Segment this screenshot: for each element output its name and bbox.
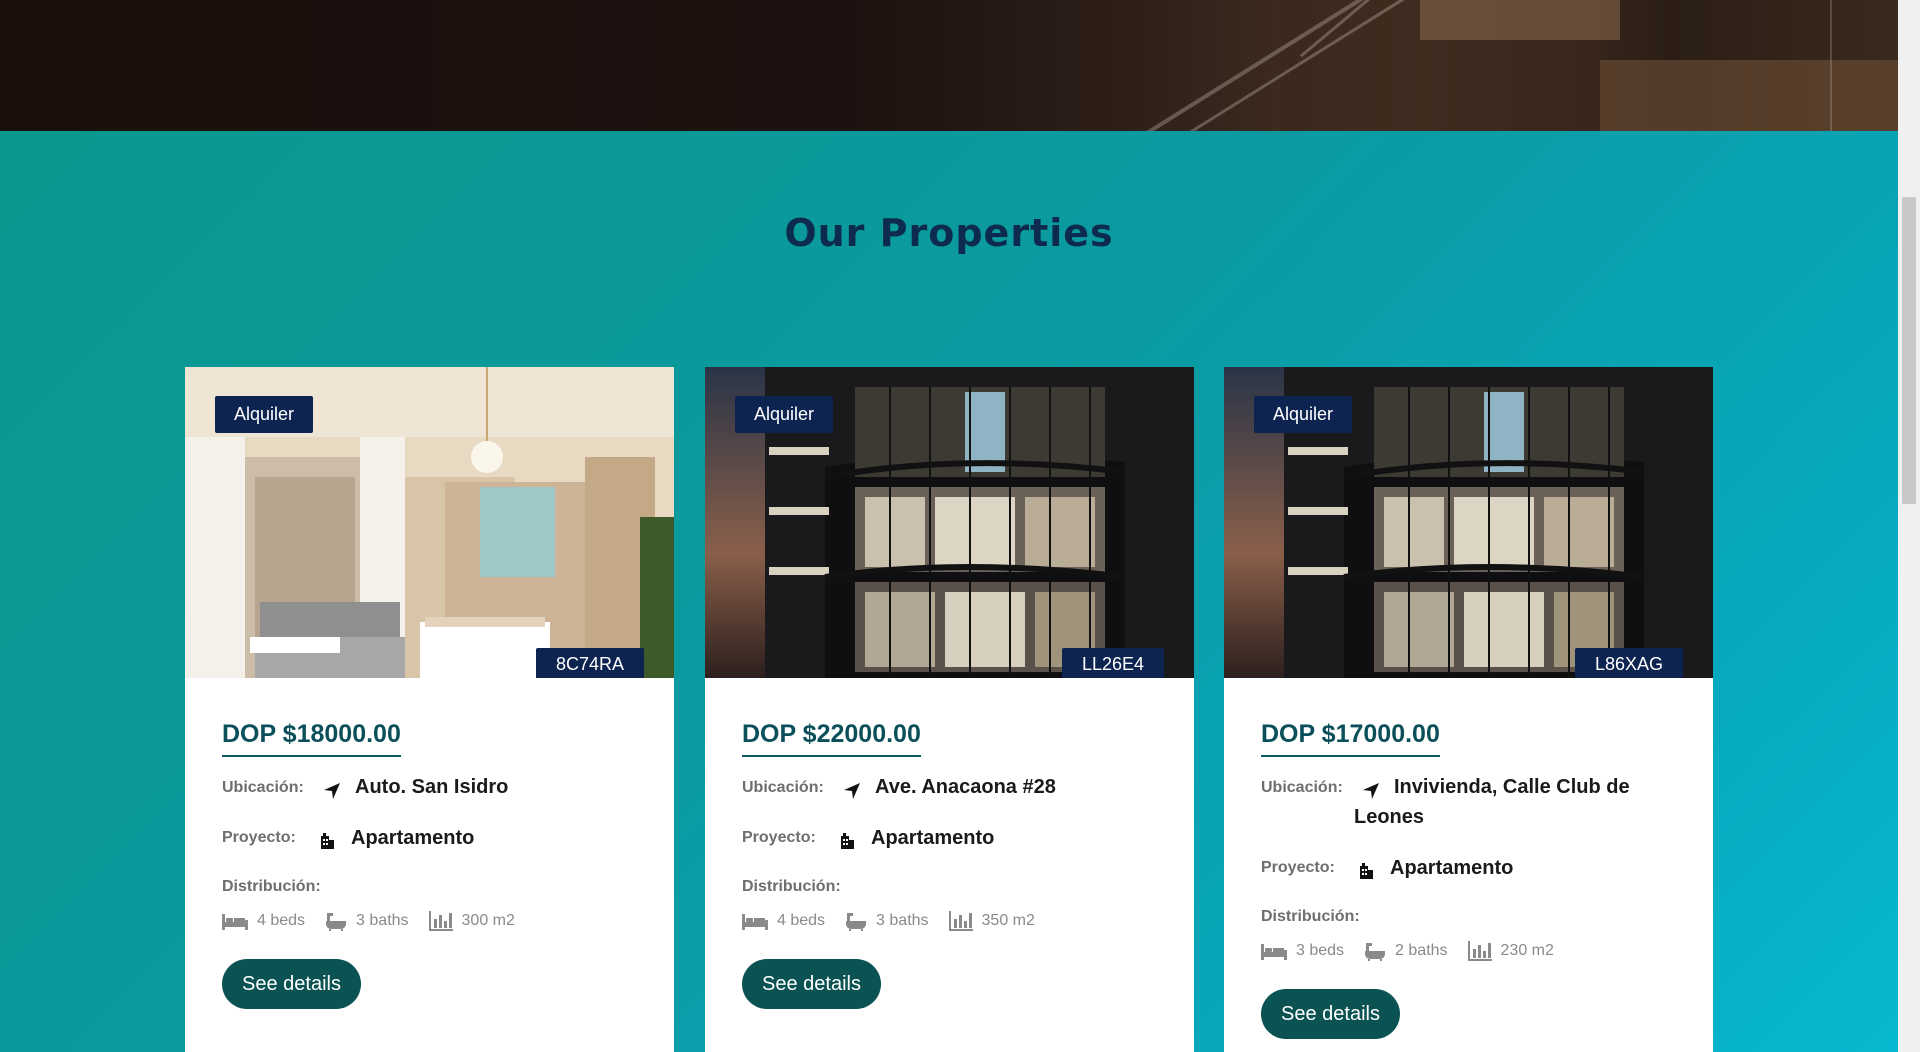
distribution-stats: 3 beds 2 baths 230 m2 <box>1261 941 1554 961</box>
property-photo[interactable]: Alquiler 8C74RA <box>185 367 674 678</box>
property-code-badge: 8C74RA <box>535 648 644 678</box>
area-value: 230 m2 <box>1500 942 1554 959</box>
page-scrollbar[interactable] <box>1898 0 1920 1052</box>
listing-type-badge: Alquiler <box>1254 396 1353 433</box>
building-icon <box>1357 862 1377 882</box>
bathtub-icon <box>326 913 347 931</box>
beds-stat: 4 beds <box>222 912 305 930</box>
baths-stat: 2 baths <box>1364 941 1448 961</box>
bathtub-icon <box>846 913 867 931</box>
distribution-label: Distribución: <box>742 878 841 895</box>
listing-type-badge: Alquiler <box>735 396 834 433</box>
property-code-badge: L86XAG <box>1574 648 1683 678</box>
beds-value: 4 beds <box>257 912 306 929</box>
bar-chart-icon <box>948 911 973 931</box>
distribution-stats: 4 beds 3 baths 300 m2 <box>222 911 515 931</box>
bar-chart-icon <box>1467 941 1492 961</box>
bar-chart-icon <box>428 911 453 931</box>
bed-icon <box>742 914 768 930</box>
beds-stat: 4 beds <box>742 912 825 930</box>
bed-icon <box>1261 944 1287 960</box>
hero-banner-image <box>0 0 1898 131</box>
distribution-label: Distribución: <box>222 878 321 895</box>
beds-value: 3 beds <box>1296 942 1345 959</box>
scrollbar-thumb[interactable] <box>1902 197 1916 504</box>
property-photo[interactable]: Alquiler LL26E4 <box>705 367 1194 678</box>
project-label: Proyecto: <box>1261 859 1335 876</box>
property-price: DOP $22000.00 <box>742 720 921 757</box>
location-value: Auto. San Isidro <box>355 776 509 798</box>
baths-stat: 3 baths <box>325 911 409 931</box>
baths-value: 2 baths <box>1395 942 1448 959</box>
area-value: 350 m2 <box>981 912 1035 929</box>
area-stat: 300 m2 <box>428 911 515 931</box>
project-value: Apartamento <box>351 827 475 849</box>
area-value: 300 m2 <box>461 912 515 929</box>
listing-type-badge: Alquiler <box>215 396 314 433</box>
property-price: DOP $18000.00 <box>222 720 401 757</box>
section-title: Our Properties <box>784 211 1114 255</box>
baths-value: 3 baths <box>876 912 929 929</box>
bed-icon <box>222 914 248 930</box>
distribution-stats: 4 beds 3 baths 350 m2 <box>742 911 1035 931</box>
building-icon <box>838 832 858 852</box>
project-label: Proyecto: <box>742 829 816 846</box>
beds-stat: 3 beds <box>1261 942 1344 960</box>
location-label: Ubicación: <box>742 779 824 796</box>
area-stat: 230 m2 <box>1467 941 1554 961</box>
property-photo[interactable]: Alquiler L86XAG <box>1224 367 1713 678</box>
location-value: Invivienda, Calle Club de Leones <box>1354 776 1630 828</box>
location-arrow-icon <box>843 782 863 802</box>
property-code-badge: LL26E4 <box>1061 648 1164 678</box>
beds-value: 4 beds <box>777 912 826 929</box>
project-label: Proyecto: <box>222 829 296 846</box>
property-price: DOP $17000.00 <box>1261 720 1440 757</box>
property-card: Alquiler L86XAG DOP $17000.00 Ubicación:… <box>1224 367 1713 1052</box>
see-details-button[interactable]: See details <box>742 959 881 1009</box>
properties-section: Our Properties Alquiler 8C74RA DOP $1800… <box>0 131 1898 1052</box>
area-stat: 350 m2 <box>948 911 1035 931</box>
distribution-label: Distribución: <box>1261 908 1360 925</box>
property-card: Alquiler LL26E4 DOP $22000.00 Ubicación:… <box>705 367 1194 1052</box>
bathtub-icon <box>1365 943 1386 961</box>
building-icon <box>318 832 338 852</box>
baths-value: 3 baths <box>356 912 409 929</box>
see-details-button[interactable]: See details <box>1261 989 1400 1039</box>
property-card: Alquiler 8C74RA DOP $18000.00 Ubicación:… <box>185 367 674 1052</box>
location-arrow-icon <box>323 782 343 802</box>
see-details-button[interactable]: See details <box>222 959 361 1009</box>
location-label: Ubicación: <box>1261 779 1343 796</box>
location-value: Ave. Anacaona #28 <box>875 776 1056 798</box>
baths-stat: 3 baths <box>845 911 929 931</box>
project-value: Apartamento <box>1390 857 1514 879</box>
project-value: Apartamento <box>871 827 995 849</box>
location-label: Ubicación: <box>222 779 304 796</box>
